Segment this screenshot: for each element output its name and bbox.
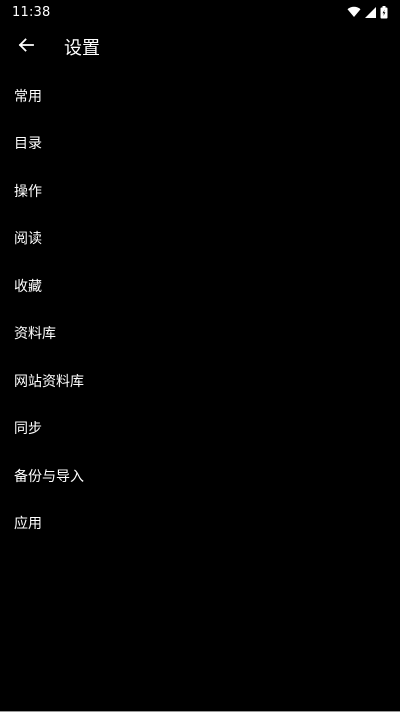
signal-icon <box>365 6 376 18</box>
app-bar: 设置 <box>0 24 400 70</box>
settings-item-label: 操作 <box>14 183 42 200</box>
settings-item-label: 收藏 <box>14 278 42 295</box>
battery-icon <box>380 5 388 19</box>
settings-item-label: 同步 <box>14 421 42 438</box>
settings-item-website-library[interactable]: 网站资料库 <box>0 357 400 405</box>
settings-item-app[interactable]: 应用 <box>0 500 400 548</box>
settings-item-label: 应用 <box>14 516 42 533</box>
settings-item-label: 网站资料库 <box>14 373 84 390</box>
settings-item-label: 备份与导入 <box>14 468 84 485</box>
settings-item-backup-import[interactable]: 备份与导入 <box>0 452 400 500</box>
settings-item-label: 常用 <box>14 88 42 105</box>
settings-item-library[interactable]: 资料库 <box>0 310 400 358</box>
settings-list: 常用 目录 操作 阅读 收藏 资料库 网站资料库 同步 备份与导入 应用 <box>0 72 400 547</box>
settings-item-label: 阅读 <box>14 231 42 248</box>
back-button[interactable] <box>0 24 52 70</box>
settings-item-sync[interactable]: 同步 <box>0 405 400 453</box>
settings-item-reading[interactable]: 阅读 <box>0 215 400 263</box>
settings-item-common[interactable]: 常用 <box>0 72 400 120</box>
page-title: 设置 <box>64 38 100 59</box>
status-icons <box>347 5 388 19</box>
arrow-left-icon <box>17 36 35 58</box>
settings-item-operations[interactable]: 操作 <box>0 167 400 215</box>
status-time: 11:38 <box>12 4 51 20</box>
settings-item-label: 资料库 <box>14 326 56 343</box>
status-bar: 11:38 <box>0 0 400 24</box>
settings-item-favorites[interactable]: 收藏 <box>0 262 400 310</box>
settings-item-catalog[interactable]: 目录 <box>0 120 400 168</box>
settings-item-label: 目录 <box>14 136 42 153</box>
wifi-icon <box>347 6 361 18</box>
